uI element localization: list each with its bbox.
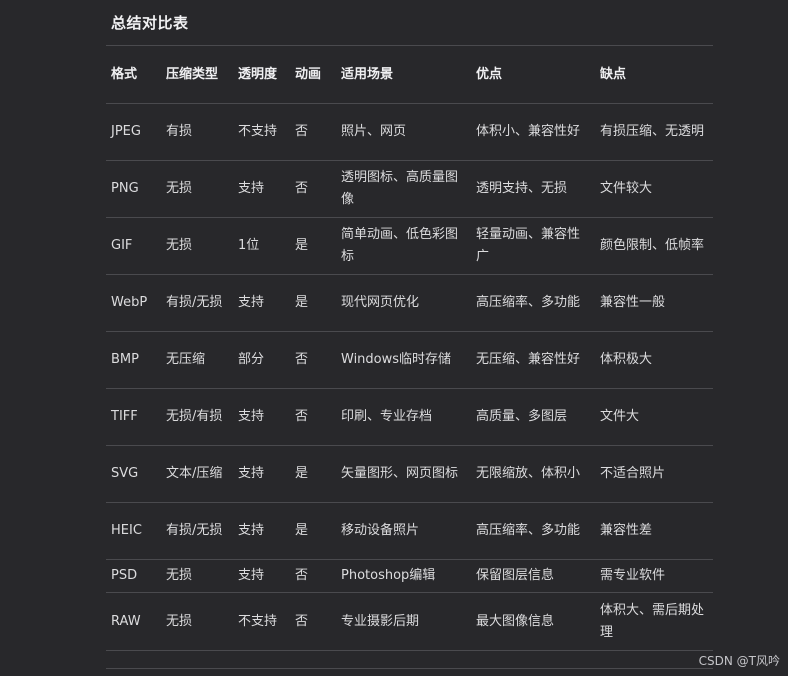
header-compression: 压缩类型 <box>161 45 233 104</box>
table-row: GIF 无损 1位 是 简单动画、低色彩图标 轻量动画、兼容性广 颜色限制、低帧… <box>106 217 713 275</box>
comparison-table: 格式 压缩类型 透明度 动画 适用场景 优点 缺点 JPEG 有损 不支持 否 … <box>106 45 713 651</box>
table-row: HEIC 有损/无损 支持 是 移动设备照片 高压缩率、多功能 兼容性差 <box>106 502 713 560</box>
cell-cons: 不适合照片 <box>595 445 713 503</box>
cell-use-case: 透明图标、高质量图像 <box>336 160 471 218</box>
table-row: TIFF 无损/有损 支持 否 印刷、专业存档 高质量、多图层 文件大 <box>106 388 713 446</box>
header-animation: 动画 <box>290 45 336 104</box>
cell-cons: 体积大、需后期处理 <box>595 592 713 651</box>
cell-compression: 有损/无损 <box>161 502 233 560</box>
cell-pros: 高压缩率、多功能 <box>471 502 595 560</box>
cell-animation: 是 <box>290 502 336 560</box>
cell-transparency: 支持 <box>233 445 290 503</box>
divider <box>106 668 713 669</box>
cell-pros: 高压缩率、多功能 <box>471 274 595 332</box>
cell-pros: 体积小、兼容性好 <box>471 103 595 161</box>
cell-cons: 兼容性差 <box>595 502 713 560</box>
cell-transparency: 不支持 <box>233 592 290 651</box>
cell-format: GIF <box>106 217 161 275</box>
cell-compression: 文本/压缩 <box>161 445 233 503</box>
cell-use-case: 移动设备照片 <box>336 502 471 560</box>
cell-format: HEIC <box>106 502 161 560</box>
cell-compression: 无压缩 <box>161 331 233 389</box>
cell-animation: 否 <box>290 331 336 389</box>
cell-use-case: 矢量图形、网页图标 <box>336 445 471 503</box>
header-cons: 缺点 <box>595 45 713 104</box>
cell-format: SVG <box>106 445 161 503</box>
table-row: SVG 文本/压缩 支持 是 矢量图形、网页图标 无限缩放、体积小 不适合照片 <box>106 445 713 503</box>
cell-transparency: 支持 <box>233 274 290 332</box>
cell-transparency: 部分 <box>233 331 290 389</box>
cell-use-case: 现代网页优化 <box>336 274 471 332</box>
section-heading: 总结对比表 <box>111 14 189 32</box>
cell-animation: 否 <box>290 388 336 446</box>
cell-format: RAW <box>106 592 161 651</box>
cell-pros: 轻量动画、兼容性广 <box>471 217 595 275</box>
cell-use-case: 专业摄影后期 <box>336 592 471 651</box>
header-use-case: 适用场景 <box>336 45 471 104</box>
watermark: CSDN @T风吟 <box>698 654 780 668</box>
cell-cons: 文件较大 <box>595 160 713 218</box>
header-format: 格式 <box>106 45 161 104</box>
cell-compression: 无损/有损 <box>161 388 233 446</box>
cell-use-case: 简单动画、低色彩图标 <box>336 217 471 275</box>
cell-pros: 保留图层信息 <box>471 559 595 593</box>
cell-use-case: Windows临时存储 <box>336 331 471 389</box>
cell-compression: 无损 <box>161 559 233 593</box>
cell-animation: 是 <box>290 274 336 332</box>
cell-compression: 无损 <box>161 160 233 218</box>
cell-transparency: 支持 <box>233 502 290 560</box>
cell-format: JPEG <box>106 103 161 161</box>
table-header-row: 格式 压缩类型 透明度 动画 适用场景 优点 缺点 <box>106 45 713 104</box>
cell-transparency: 支持 <box>233 388 290 446</box>
cell-animation: 否 <box>290 592 336 651</box>
table-row: BMP 无压缩 部分 否 Windows临时存储 无压缩、兼容性好 体积极大 <box>106 331 713 389</box>
cell-pros: 透明支持、无损 <box>471 160 595 218</box>
cell-pros: 无压缩、兼容性好 <box>471 331 595 389</box>
cell-pros: 最大图像信息 <box>471 592 595 651</box>
cell-animation: 是 <box>290 217 336 275</box>
cell-cons: 体积极大 <box>595 331 713 389</box>
cell-cons: 颜色限制、低帧率 <box>595 217 713 275</box>
table-row: RAW 无损 不支持 否 专业摄影后期 最大图像信息 体积大、需后期处理 <box>106 592 713 651</box>
cell-compression: 无损 <box>161 217 233 275</box>
cell-animation: 否 <box>290 103 336 161</box>
cell-use-case: 照片、网页 <box>336 103 471 161</box>
table-row: PNG 无损 支持 否 透明图标、高质量图像 透明支持、无损 文件较大 <box>106 160 713 218</box>
cell-pros: 高质量、多图层 <box>471 388 595 446</box>
cell-compression: 有损/无损 <box>161 274 233 332</box>
cell-cons: 需专业软件 <box>595 559 713 593</box>
cell-cons: 兼容性一般 <box>595 274 713 332</box>
cell-use-case: Photoshop编辑 <box>336 559 471 593</box>
cell-transparency: 1位 <box>233 217 290 275</box>
cell-animation: 是 <box>290 445 336 503</box>
cell-transparency: 支持 <box>233 160 290 218</box>
table-row: PSD 无损 支持 否 Photoshop编辑 保留图层信息 需专业软件 <box>106 559 713 593</box>
cell-cons: 有损压缩、无透明 <box>595 103 713 161</box>
cell-format: PNG <box>106 160 161 218</box>
table-row: JPEG 有损 不支持 否 照片、网页 体积小、兼容性好 有损压缩、无透明 <box>106 103 713 161</box>
cell-transparency: 不支持 <box>233 103 290 161</box>
header-pros: 优点 <box>471 45 595 104</box>
cell-format: TIFF <box>106 388 161 446</box>
cell-transparency: 支持 <box>233 559 290 593</box>
cell-format: BMP <box>106 331 161 389</box>
cell-compression: 无损 <box>161 592 233 651</box>
header-transparency: 透明度 <box>233 45 290 104</box>
cell-format: WebP <box>106 274 161 332</box>
cell-compression: 有损 <box>161 103 233 161</box>
table-row: WebP 有损/无损 支持 是 现代网页优化 高压缩率、多功能 兼容性一般 <box>106 274 713 332</box>
cell-use-case: 印刷、专业存档 <box>336 388 471 446</box>
cell-cons: 文件大 <box>595 388 713 446</box>
cell-animation: 否 <box>290 160 336 218</box>
cell-format: PSD <box>106 559 161 593</box>
cell-pros: 无限缩放、体积小 <box>471 445 595 503</box>
page: 总结对比表 格式 压缩类型 透明度 动画 适用场景 优点 缺点 JPEG 有损 … <box>0 0 788 676</box>
cell-animation: 否 <box>290 559 336 593</box>
